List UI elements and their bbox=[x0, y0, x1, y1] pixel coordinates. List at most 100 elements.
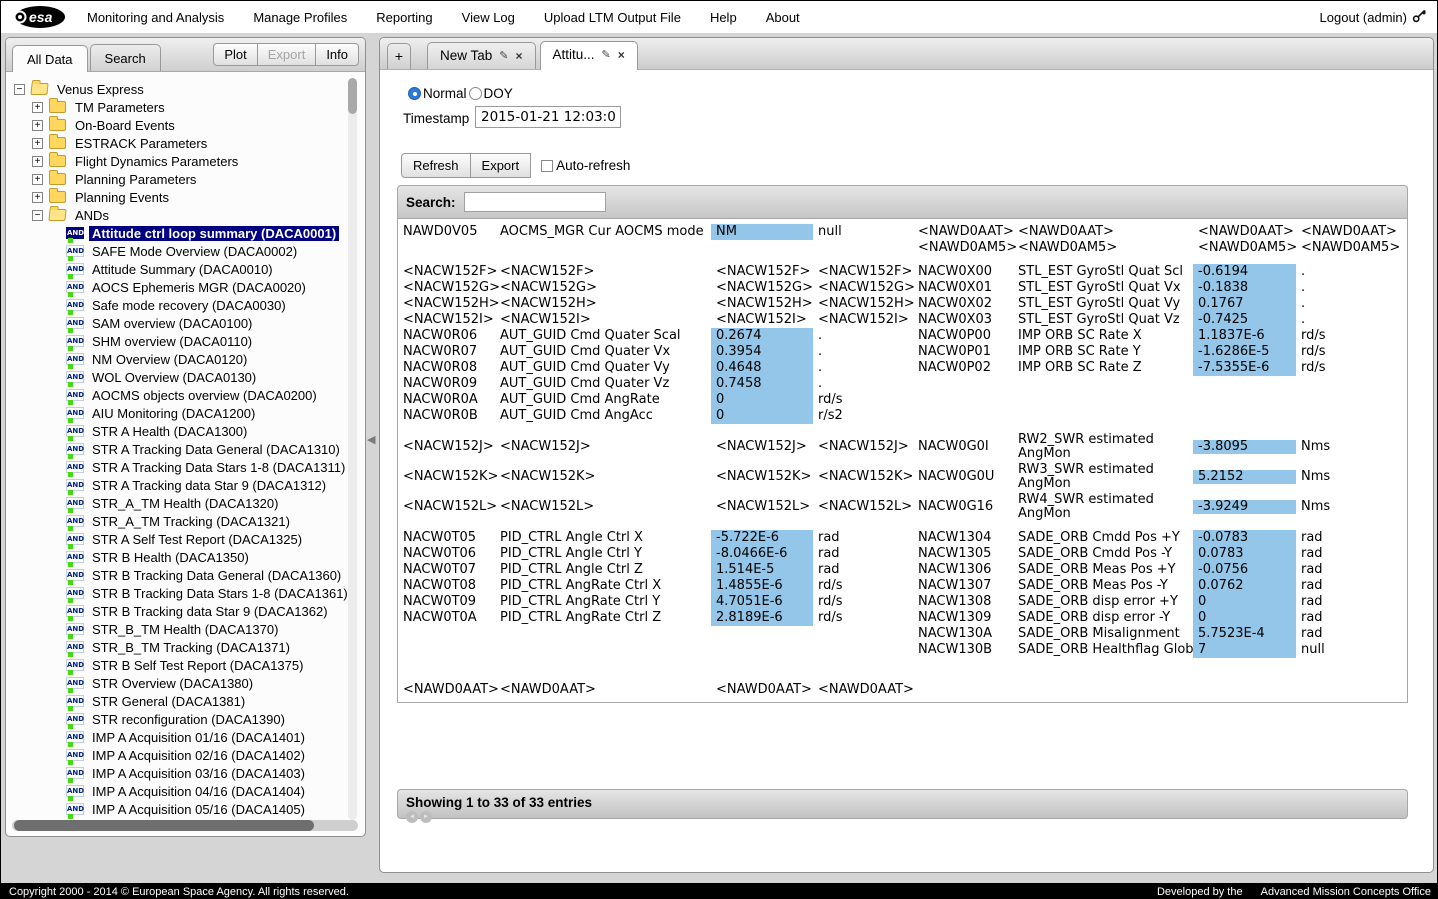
param-value-cell[interactable]: -0.6194 bbox=[1193, 264, 1296, 280]
topnav-item-reporting[interactable]: Reporting bbox=[376, 10, 432, 25]
radio-icon[interactable] bbox=[408, 87, 421, 100]
tree-node-estrack-parameters[interactable]: +ESTRACK Parameters bbox=[6, 134, 365, 152]
time-mode-option-normal[interactable]: Normal bbox=[408, 86, 467, 101]
expand-icon[interactable]: + bbox=[32, 174, 43, 185]
tree-item-shm-overview-daca0110[interactable]: ANDSHM overview (DACA0110) bbox=[6, 332, 365, 350]
radio-icon[interactable] bbox=[469, 87, 482, 100]
tree-item-str-b-tracking-data-general-daca1360[interactable]: ANDSTR B Tracking Data General (DACA1360… bbox=[6, 566, 365, 584]
param-value-cell[interactable]: 7 bbox=[1193, 642, 1296, 658]
timestamp-input[interactable] bbox=[475, 106, 621, 128]
tree-item-str-general-daca1381[interactable]: ANDSTR General (DACA1381) bbox=[6, 692, 365, 710]
param-value-cell[interactable]: 0.3954 bbox=[711, 344, 813, 360]
info-button[interactable]: Info bbox=[315, 43, 359, 66]
param-value-cell[interactable]: -7.5355E-6 bbox=[1193, 360, 1296, 376]
tree-item-str-b-health-daca1350[interactable]: ANDSTR B Health (DACA1350) bbox=[6, 548, 365, 566]
param-value-cell[interactable]: 1.4855E-6 bbox=[711, 578, 813, 594]
param-value-cell[interactable]: 0.2674 bbox=[711, 328, 813, 344]
tree-item-str-reconfiguration-daca1390[interactable]: ANDSTR reconfiguration (DACA1390) bbox=[6, 710, 365, 728]
expand-icon[interactable]: + bbox=[32, 102, 43, 113]
tree-item-str-b-tracking-data-star-9-daca1362[interactable]: ANDSTR B Tracking data Star 9 (DACA1362) bbox=[6, 602, 365, 620]
tree-item-imp-a-acquisition-02-16-daca1402[interactable]: ANDIMP A Acquisition 02/16 (DACA1402) bbox=[6, 746, 365, 764]
expand-icon[interactable]: + bbox=[32, 192, 43, 203]
param-value-cell[interactable]: 0.0762 bbox=[1193, 578, 1296, 594]
tree-item-str-a-tracking-data-star-9-daca1312[interactable]: ANDSTR A Tracking data Star 9 (DACA1312) bbox=[6, 476, 365, 494]
param-value-cell[interactable]: NM bbox=[711, 224, 813, 240]
expand-icon[interactable]: + bbox=[32, 156, 43, 167]
tree-item-str-b-tm-health-daca1370[interactable]: ANDSTR_B_TM Health (DACA1370) bbox=[6, 620, 365, 638]
close-tab-icon[interactable]: × bbox=[516, 51, 523, 61]
tree-horizontal-scrollbar[interactable] bbox=[12, 820, 358, 831]
auto-refresh-checkbox[interactable] bbox=[541, 160, 553, 172]
param-value-cell[interactable]: -0.0756 bbox=[1193, 562, 1296, 578]
param-value-cell[interactable]: 0.0783 bbox=[1193, 546, 1296, 562]
collapse-icon[interactable]: − bbox=[14, 84, 25, 95]
tree-item-imp-a-acquisition-04-16-daca1404[interactable]: ANDIMP A Acquisition 04/16 (DACA1404) bbox=[6, 782, 365, 800]
tree-item-aiu-monitoring-daca1200[interactable]: ANDAIU Monitoring (DACA1200) bbox=[6, 404, 365, 422]
param-value-cell[interactable]: 0.4648 bbox=[711, 360, 813, 376]
tree-item-sam-overview-daca0100[interactable]: ANDSAM overview (DACA0100) bbox=[6, 314, 365, 332]
topnav-item-upload-ltm-output-file[interactable]: Upload LTM Output File bbox=[544, 10, 681, 25]
close-tab-icon[interactable]: × bbox=[618, 50, 625, 60]
topnav-item-help[interactable]: Help bbox=[710, 10, 737, 25]
expand-icon[interactable]: + bbox=[32, 120, 43, 131]
param-value-cell[interactable]: 0.1767 bbox=[1193, 296, 1296, 312]
tree-item-attitude-summary-daca0010[interactable]: ANDAttitude Summary (DACA0010) bbox=[6, 260, 365, 278]
tree-hscroll-thumb[interactable] bbox=[14, 820, 314, 831]
tree-item-str-a-tracking-data-general-daca1310[interactable]: ANDSTR A Tracking Data General (DACA1310… bbox=[6, 440, 365, 458]
tree-node-tm-parameters[interactable]: +TM Parameters bbox=[6, 98, 365, 116]
export-button[interactable]: Export bbox=[470, 153, 532, 178]
tab-attitu[interactable]: Attitu...✎× bbox=[540, 41, 638, 70]
topnav-item-monitoring-and-analysis[interactable]: Monitoring and Analysis bbox=[87, 10, 224, 25]
tree-item-safe-mode-recovery-daca0030[interactable]: ANDSafe mode recovery (DACA0030) bbox=[6, 296, 365, 314]
param-value-cell[interactable]: 2.8189E-6 bbox=[711, 610, 813, 626]
tree-item-aocms-objects-overview-daca0200[interactable]: ANDAOCMS objects overview (DACA0200) bbox=[6, 386, 365, 404]
rename-tab-icon[interactable]: ✎ bbox=[602, 48, 611, 61]
expand-icon[interactable]: + bbox=[32, 138, 43, 149]
tree-node-planning-events[interactable]: +Planning Events bbox=[6, 188, 365, 206]
param-value-cell[interactable]: -3.9249 bbox=[1193, 500, 1296, 514]
tree-item-imp-a-acquisition-05-16-daca1405[interactable]: ANDIMP A Acquisition 05/16 (DACA1405) bbox=[6, 800, 365, 818]
tree-item-str-a-self-test-report-daca1325[interactable]: ANDSTR A Self Test Report (DACA1325) bbox=[6, 530, 365, 548]
sidebar-tab-all-data[interactable]: All Data bbox=[12, 45, 88, 72]
tree-item-str-b-self-test-report-daca1375[interactable]: ANDSTR B Self Test Report (DACA1375) bbox=[6, 656, 365, 674]
param-value-cell[interactable]: 0 bbox=[711, 392, 813, 408]
sidebar-tab-search[interactable]: Search bbox=[90, 44, 161, 71]
refresh-button[interactable]: Refresh bbox=[401, 153, 471, 178]
tree-item-attitude-ctrl-loop-summary-daca0001[interactable]: ANDAttitude ctrl loop summary (DACA0001) bbox=[6, 224, 365, 242]
tree-item-aocs-ephemeris-mgr-daca0020[interactable]: ANDAOCS Ephemeris MGR (DACA0020) bbox=[6, 278, 365, 296]
param-value-cell[interactable]: -3.8095 bbox=[1193, 440, 1296, 454]
tree-item-safe-mode-overview-daca0002[interactable]: ANDSAFE Mode Overview (DACA0002) bbox=[6, 242, 365, 260]
param-value-cell[interactable]: 0 bbox=[711, 408, 813, 424]
tree-item-str-a-tracking-data-stars-1-8-daca1311[interactable]: ANDSTR A Tracking Data Stars 1-8 (DACA13… bbox=[6, 458, 365, 476]
param-value-cell[interactable]: -5.722E-6 bbox=[711, 530, 813, 546]
tree-node-ands[interactable]: −ANDs bbox=[6, 206, 365, 224]
param-value-cell[interactable]: 5.2152 bbox=[1193, 470, 1296, 484]
param-value-cell[interactable]: 0 bbox=[1193, 594, 1296, 610]
tree-item-str-b-tm-tracking-daca1371[interactable]: ANDSTR_B_TM Tracking (DACA1371) bbox=[6, 638, 365, 656]
topnav-item-about[interactable]: About bbox=[766, 10, 800, 25]
param-value-cell[interactable]: 0 bbox=[1193, 610, 1296, 626]
rename-tab-icon[interactable]: ✎ bbox=[499, 49, 508, 62]
next-page-button[interactable]: ► bbox=[420, 811, 432, 823]
tree-item-str-b-tracking-data-stars-1-8-daca1361[interactable]: ANDSTR B Tracking Data Stars 1-8 (DACA13… bbox=[6, 584, 365, 602]
topnav-item-manage-profiles[interactable]: Manage Profiles bbox=[253, 10, 347, 25]
add-tab-button[interactable]: + bbox=[387, 43, 411, 69]
tree-vscroll-thumb[interactable] bbox=[348, 78, 357, 114]
param-value-cell[interactable]: 5.7523E-4 bbox=[1193, 626, 1296, 642]
developer-office-link[interactable]: Advanced Mission Concepts Office bbox=[1261, 886, 1431, 898]
tree-item-imp-a-acquisition-03-16-daca1403[interactable]: ANDIMP A Acquisition 03/16 (DACA1403) bbox=[6, 764, 365, 782]
param-value-cell[interactable]: 1.514E-5 bbox=[711, 562, 813, 578]
param-value-cell[interactable]: 4.7051E-6 bbox=[711, 594, 813, 610]
tree-item-wol-overview-daca0130[interactable]: ANDWOL Overview (DACA0130) bbox=[6, 368, 365, 386]
logout-button[interactable]: Logout (admin) bbox=[1320, 8, 1427, 26]
param-value-cell[interactable]: -0.7425 bbox=[1193, 312, 1296, 328]
collapse-icon[interactable]: − bbox=[32, 210, 43, 221]
tab-new-tab[interactable]: New Tab✎× bbox=[427, 42, 536, 69]
prev-page-button[interactable]: ◄ bbox=[406, 811, 418, 823]
panel-collapse-icon[interactable]: ◀ bbox=[367, 433, 375, 446]
topnav-item-view-log[interactable]: View Log bbox=[462, 10, 515, 25]
tree-item-str-a-tm-tracking-daca1321[interactable]: ANDSTR_A_TM Tracking (DACA1321) bbox=[6, 512, 365, 530]
tree-item-imp-a-acquisition-01-16-daca1401[interactable]: ANDIMP A Acquisition 01/16 (DACA1401) bbox=[6, 728, 365, 746]
table-search-input[interactable] bbox=[464, 192, 606, 212]
tree-node-flight-dynamics-parameters[interactable]: +Flight Dynamics Parameters bbox=[6, 152, 365, 170]
